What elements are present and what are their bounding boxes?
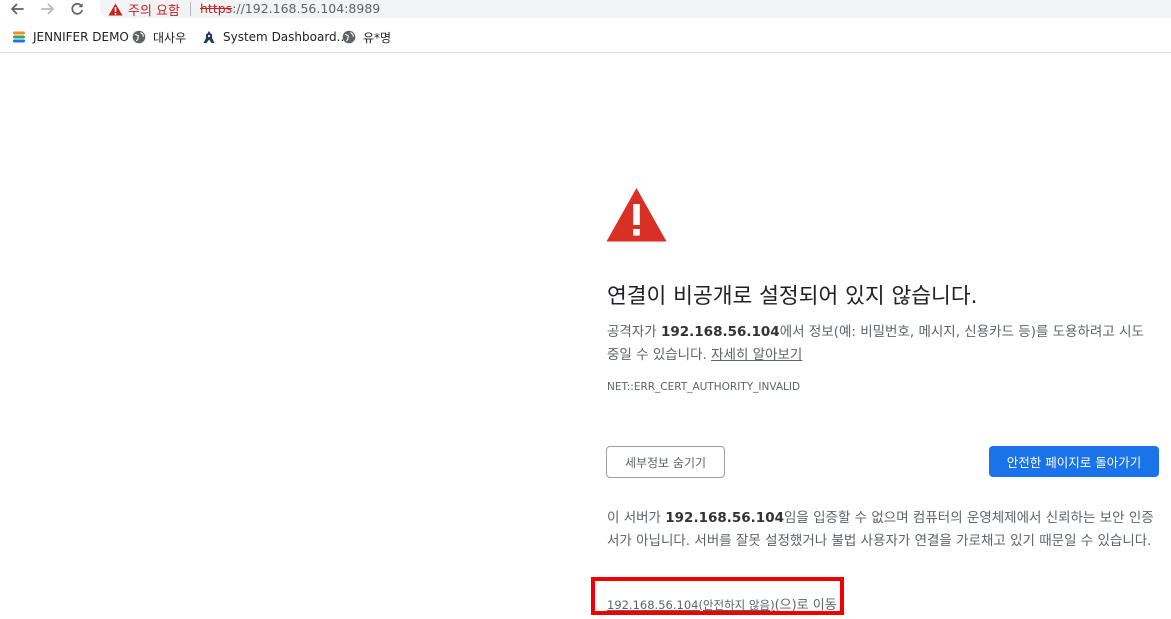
proceed-link-tail: (으)로 이동	[774, 598, 837, 613]
error-code: NET::ERR_CERT_AUTHORITY_INVALID	[607, 381, 801, 393]
proceed-link-text: 192.168.56.104(안전하지 않음)	[607, 598, 775, 612]
bookmark-label: 대사우	[153, 30, 187, 45]
system-dashboard-icon	[203, 31, 215, 43]
bookmark-label: JENNIFER DEMO	[33, 30, 129, 44]
bookmark-system-dashboard[interactable]: System Dashboard...	[202, 28, 348, 46]
hide-details-button[interactable]: 세부정보 숨기기	[606, 446, 725, 478]
bookmark-jennifer-demo[interactable]: JENNIFER DEMO	[12, 28, 129, 46]
explanation-prefix: 공격자가	[607, 324, 661, 340]
details-prefix: 이 서버가	[607, 510, 666, 526]
forward-button[interactable]	[37, 0, 59, 18]
explanation-text: 공격자가 192.168.56.104에서 정보(예: 비밀번호, 메시지, 신…	[607, 321, 1159, 367]
details-text: 이 서버가 192.168.56.104임을 입증할 수 없으며 컴퓨터의 운영…	[607, 507, 1165, 553]
back-button[interactable]	[6, 0, 28, 18]
reload-icon	[71, 3, 83, 15]
globe-icon	[342, 30, 356, 44]
bookmark-label: System Dashboard...	[223, 30, 349, 44]
explanation-host: 192.168.56.104	[660, 324, 780, 340]
arrow-left-icon	[11, 3, 24, 15]
reload-button[interactable]	[66, 0, 88, 18]
security-chip[interactable]: 주의 요함	[108, 1, 180, 19]
browser-toolbar: 주의 요함 https://192.168.56.104:8989	[0, 0, 1171, 20]
security-chip-label: 주의 요함	[128, 3, 180, 19]
warning-triangle-icon	[108, 3, 123, 15]
bookmark-daesawoo[interactable]: 대사우	[132, 28, 186, 46]
globe-icon	[132, 30, 146, 44]
url-text: https://192.168.56.104:8989	[200, 1, 380, 16]
jennifer-logo-icon	[13, 31, 25, 43]
address-bar[interactable]: 주의 요함 https://192.168.56.104:8989	[100, 0, 1171, 19]
url-scheme: https	[200, 1, 233, 16]
learn-more-link[interactable]: 자세히 알아보기	[711, 347, 802, 363]
bookmarks-bar: JENNIFER DEMO 대사우 System Dashboard... 유*…	[0, 22, 1171, 53]
bookmark-label: 유*명	[363, 30, 392, 45]
url-host: ://192.168.56.104:8989	[232, 1, 381, 16]
page-title: 연결이 비공개로 설정되어 있지 않습니다.	[607, 284, 978, 309]
bookmark-yu-myeong[interactable]: 유*명	[342, 28, 391, 46]
omnibox-divider	[190, 2, 191, 16]
details-host: 192.168.56.104	[665, 510, 784, 526]
proceed-unsafe-link[interactable]: 192.168.56.104(안전하지 않음)(으)로 이동	[607, 594, 837, 613]
arrow-right-icon	[41, 3, 54, 15]
warning-triangle-icon	[606, 188, 667, 242]
back-to-safety-button[interactable]: 안전한 페이지로 돌아가기	[989, 446, 1159, 477]
